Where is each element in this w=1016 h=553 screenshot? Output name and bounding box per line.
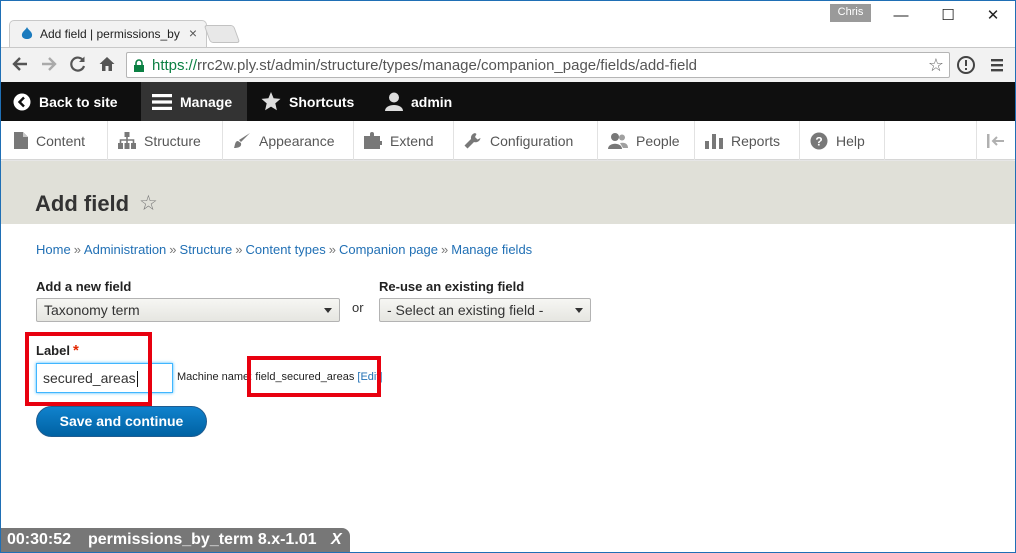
new-tab-button[interactable] <box>203 25 241 43</box>
new-field-value: Taxonomy term <box>44 302 140 318</box>
browser-window: Add field | permissions_by × Chris — ☐ ✕… <box>0 0 1016 553</box>
bookmark-star-icon[interactable]: ☆ <box>928 55 944 76</box>
user-label: admin <box>411 93 453 110</box>
wrench-icon <box>464 132 481 148</box>
breadcrumb: Home» Administration» Structure» Content ty… <box>36 242 532 257</box>
page-title: Add field <box>35 191 130 216</box>
tray-label: Extend <box>390 132 434 149</box>
minimize-button[interactable]: — <box>881 6 921 26</box>
people-icon <box>608 133 628 149</box>
back-to-site-label: Back to site <box>39 93 118 110</box>
tray-label: People <box>636 132 680 149</box>
admin-tray: Content Structure Appearance Extend Conf… <box>1 121 1015 160</box>
dropdown-arrow-icon <box>324 308 332 313</box>
tray-item-reports[interactable]: Reports <box>695 121 800 160</box>
new-field-select[interactable]: Taxonomy term <box>36 298 340 322</box>
breadcrumb-administration[interactable]: Administration <box>84 242 166 257</box>
file-icon <box>14 132 28 149</box>
shortcuts-label: Shortcuts <box>289 93 355 110</box>
sitemap-icon <box>118 132 136 149</box>
tray-item-extend[interactable]: Extend <box>354 121 454 160</box>
back-circle-icon <box>13 93 31 110</box>
tray-item-configuration[interactable]: Configuration <box>454 121 598 160</box>
user-tab[interactable]: admin <box>385 82 475 121</box>
hamburger-icon <box>152 93 172 110</box>
shortcuts-tab[interactable]: Shortcuts <box>261 82 371 121</box>
maximize-button[interactable]: ☐ <box>928 6 968 26</box>
tray-item-appearance[interactable]: Appearance <box>223 121 354 160</box>
back-arrow-icon[interactable] <box>10 55 30 75</box>
breadcrumb-separator: » <box>169 242 177 257</box>
new-field-label: Add a new field <box>36 279 132 294</box>
title-bar: Add field | permissions_by × Chris — ☐ ✕ <box>1 1 1015 47</box>
forward-arrow-icon[interactable] <box>39 55 59 75</box>
breadcrumb-separator: » <box>73 242 81 257</box>
tray-label: Configuration <box>490 132 574 149</box>
existing-field-label: Re-use an existing field <box>379 279 525 294</box>
recording-close-icon[interactable]: X <box>331 528 342 552</box>
or-text: or <box>352 300 364 315</box>
breadcrumb-separator: » <box>441 242 449 257</box>
url-scheme: https:// <box>152 57 198 74</box>
brush-icon <box>234 132 250 148</box>
lock-icon <box>134 59 144 72</box>
recording-time: 00:30:52 <box>7 531 72 548</box>
browser-toolbar: https://rrc2w.ply.st/admin/structure/typ… <box>1 47 1015 82</box>
collapse-tray-icon[interactable] <box>976 121 1015 160</box>
drupal-icon <box>21 27 33 39</box>
manage-label: Manage <box>180 93 233 110</box>
reload-icon[interactable] <box>68 55 88 75</box>
help-icon: ? <box>810 132 828 149</box>
existing-field-value: - Select an existing field - <box>387 302 544 318</box>
menu-icon[interactable] <box>987 55 1007 75</box>
admin-toolbar: Back to site Manage Shortcuts admin <box>1 82 1015 121</box>
breadcrumb-companion-page[interactable]: Companion page <box>339 242 438 257</box>
tab-close-button[interactable]: × <box>189 25 197 41</box>
label-highlight-box <box>25 332 152 406</box>
breadcrumb-structure[interactable]: Structure <box>180 242 233 257</box>
tray-item-people[interactable]: People <box>598 121 695 160</box>
tray-label: Structure <box>144 132 201 149</box>
breadcrumb-manage-fields[interactable]: Manage fields <box>451 242 532 257</box>
tray-label: Reports <box>731 132 781 149</box>
bar-chart-icon <box>705 134 723 149</box>
breadcrumb-separator: » <box>235 242 243 257</box>
tray-item-structure[interactable]: Structure <box>108 121 223 160</box>
shortcut-star-icon[interactable]: ☆ <box>139 191 158 216</box>
breadcrumb-content-types[interactable]: Content types <box>246 242 326 257</box>
breadcrumb-home[interactable]: Home <box>36 242 71 257</box>
star-icon <box>261 92 281 111</box>
svg-text:?: ? <box>815 134 822 148</box>
tray-label: Help <box>836 132 865 149</box>
machine-name-highlight-box <box>247 356 381 397</box>
manage-tab[interactable]: Manage <box>141 82 247 121</box>
tray-label: Content <box>36 132 86 149</box>
extension-icon[interactable] <box>956 55 976 75</box>
puzzle-icon <box>364 132 382 149</box>
url-path: rrc2w.ply.st/admin/structure/types/manag… <box>197 57 698 74</box>
back-to-site-link[interactable]: Back to site <box>13 82 138 121</box>
tab-title: Add field | permissions_by <box>40 27 180 41</box>
home-icon[interactable] <box>97 55 117 75</box>
browser-tab[interactable]: Add field | permissions_by × <box>9 20 207 47</box>
recording-bar: 00:30:52 permissions_by_term 8.x-1.01 X <box>1 528 350 552</box>
profile-badge[interactable]: Chris <box>830 4 871 22</box>
dropdown-arrow-icon <box>575 308 583 313</box>
tray-label: Appearance <box>259 132 335 149</box>
tray-item-content[interactable]: Content <box>4 121 108 160</box>
close-window-button[interactable]: ✕ <box>973 6 1013 26</box>
existing-field-select[interactable]: - Select an existing field - <box>379 298 591 322</box>
breadcrumb-separator: » <box>328 242 336 257</box>
url-text: https://rrc2w.ply.st/admin/structure/typ… <box>152 57 697 74</box>
user-icon <box>385 92 403 111</box>
address-bar[interactable]: https://rrc2w.ply.st/admin/structure/typ… <box>126 52 950 78</box>
save-and-continue-button[interactable]: Save and continue <box>36 406 207 437</box>
tray-item-help[interactable]: ? Help <box>800 121 885 160</box>
recording-name: permissions_by_term 8.x-1.01 <box>88 531 317 548</box>
